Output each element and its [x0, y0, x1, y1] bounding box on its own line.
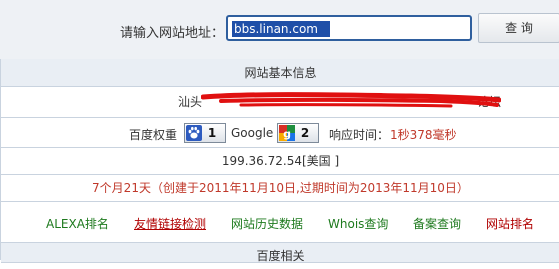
whois-link[interactable]: Whois查询	[328, 215, 388, 232]
table-title-row: 网站基本信息	[1, 59, 559, 87]
baidu-related-row: 百度相关	[1, 243, 559, 263]
icp-record-link[interactable]: 备案查询	[413, 215, 461, 232]
redaction-scribble	[201, 92, 501, 108]
table-title: 网站基本信息	[244, 66, 317, 80]
url-selected-text: bbs.linan.com	[232, 21, 330, 37]
baidu-rank-badge[interactable]: 1	[184, 123, 226, 143]
baidu-rank-value: 1	[207, 126, 217, 140]
response-time-value: 1秒378毫秒	[390, 128, 457, 142]
query-button[interactable]: 查 询	[478, 13, 559, 43]
baidu-rank-label: 百度权重	[129, 128, 178, 142]
search-label: 请输入网站地址：	[120, 26, 225, 41]
site-info-table: 网站基本信息 汕头 论坛 百度权重 1 Google g 2 响应时间： 1秒3…	[0, 59, 559, 263]
google-rank-badge[interactable]: g 2	[277, 123, 319, 143]
ip-row: 199.36.72.54[美国 ]	[1, 148, 559, 175]
baidu-paw-icon	[185, 124, 203, 142]
tool-links-row: ALEXA排名 友情链接检测 网站历史数据 Whois查询 备案查询 网站排名	[1, 202, 559, 243]
alexa-rank-link[interactable]: ALEXA排名	[46, 215, 109, 232]
host-prefix: 汕头	[178, 95, 203, 109]
domain-age: 7个月21天	[92, 181, 151, 195]
baidu-related-title: 百度相关	[256, 249, 305, 263]
rank-row: 百度权重 1 Google g 2 响应时间： 1秒378毫秒	[1, 118, 559, 148]
domain-dates: （创建于2011年11月10日,过期时间为2013年11月10日）	[150, 181, 469, 195]
google-rank-label: Google	[231, 126, 274, 140]
google-rank-value: 2	[300, 126, 310, 140]
svg-text:g: g	[283, 128, 291, 141]
google-icon: g	[278, 124, 296, 142]
friend-link-check-link[interactable]: 友情链接检测	[134, 215, 206, 232]
site-history-link[interactable]: 网站历史数据	[231, 215, 303, 232]
host-row: 汕头 论坛	[1, 87, 559, 118]
site-rank-link[interactable]: 网站排名	[486, 215, 534, 232]
ip-address: 199.36.72.54[美国 ]	[221, 154, 340, 168]
response-time-label: 响应时间：	[329, 128, 390, 142]
domain-age-row: 7个月21天（创建于2011年11月10日,过期时间为2013年11月10日）	[1, 175, 559, 202]
